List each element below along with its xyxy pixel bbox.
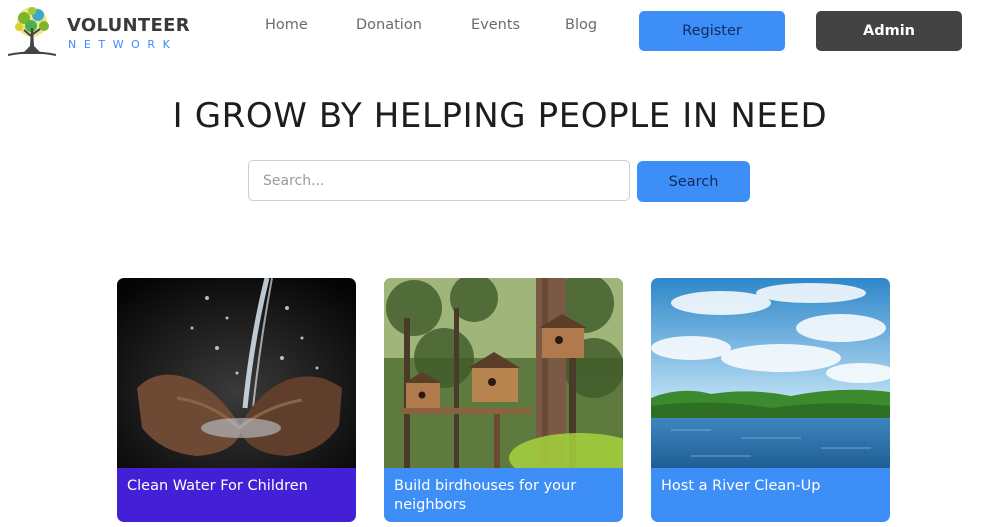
- water-hands-image: [117, 278, 356, 468]
- event-card-title: Build birdhouses for your neighbors: [384, 468, 623, 522]
- search-button[interactable]: Search: [637, 161, 750, 202]
- event-card-title: Clean Water For Children: [117, 468, 356, 522]
- nav-home[interactable]: Home: [265, 17, 308, 33]
- event-card[interactable]: Build birdhouses for your neighbors: [384, 278, 623, 522]
- brand-title: VOLUNTEER: [67, 15, 190, 36]
- event-card[interactable]: Host a River Clean-Up: [651, 278, 890, 522]
- tree-logo-icon: [7, 7, 57, 56]
- nav-blog[interactable]: Blog: [565, 17, 597, 33]
- page-title: I GROW BY HELPING PEOPLE IN NEED: [172, 96, 828, 136]
- search-input[interactable]: [248, 160, 630, 201]
- brand-logo[interactable]: VOLUNTEER NETWORK: [4, 4, 204, 58]
- brand-subtitle: NETWORK: [68, 38, 178, 51]
- event-card[interactable]: Clean Water For Children: [117, 278, 356, 522]
- admin-button[interactable]: Admin: [816, 11, 962, 51]
- nav-events[interactable]: Events: [471, 17, 520, 33]
- register-button[interactable]: Register: [639, 11, 785, 51]
- river-image: [651, 278, 890, 468]
- nav-donation[interactable]: Donation: [356, 17, 422, 33]
- event-card-title: Host a River Clean-Up: [651, 468, 890, 522]
- birdhouses-image: [384, 278, 623, 468]
